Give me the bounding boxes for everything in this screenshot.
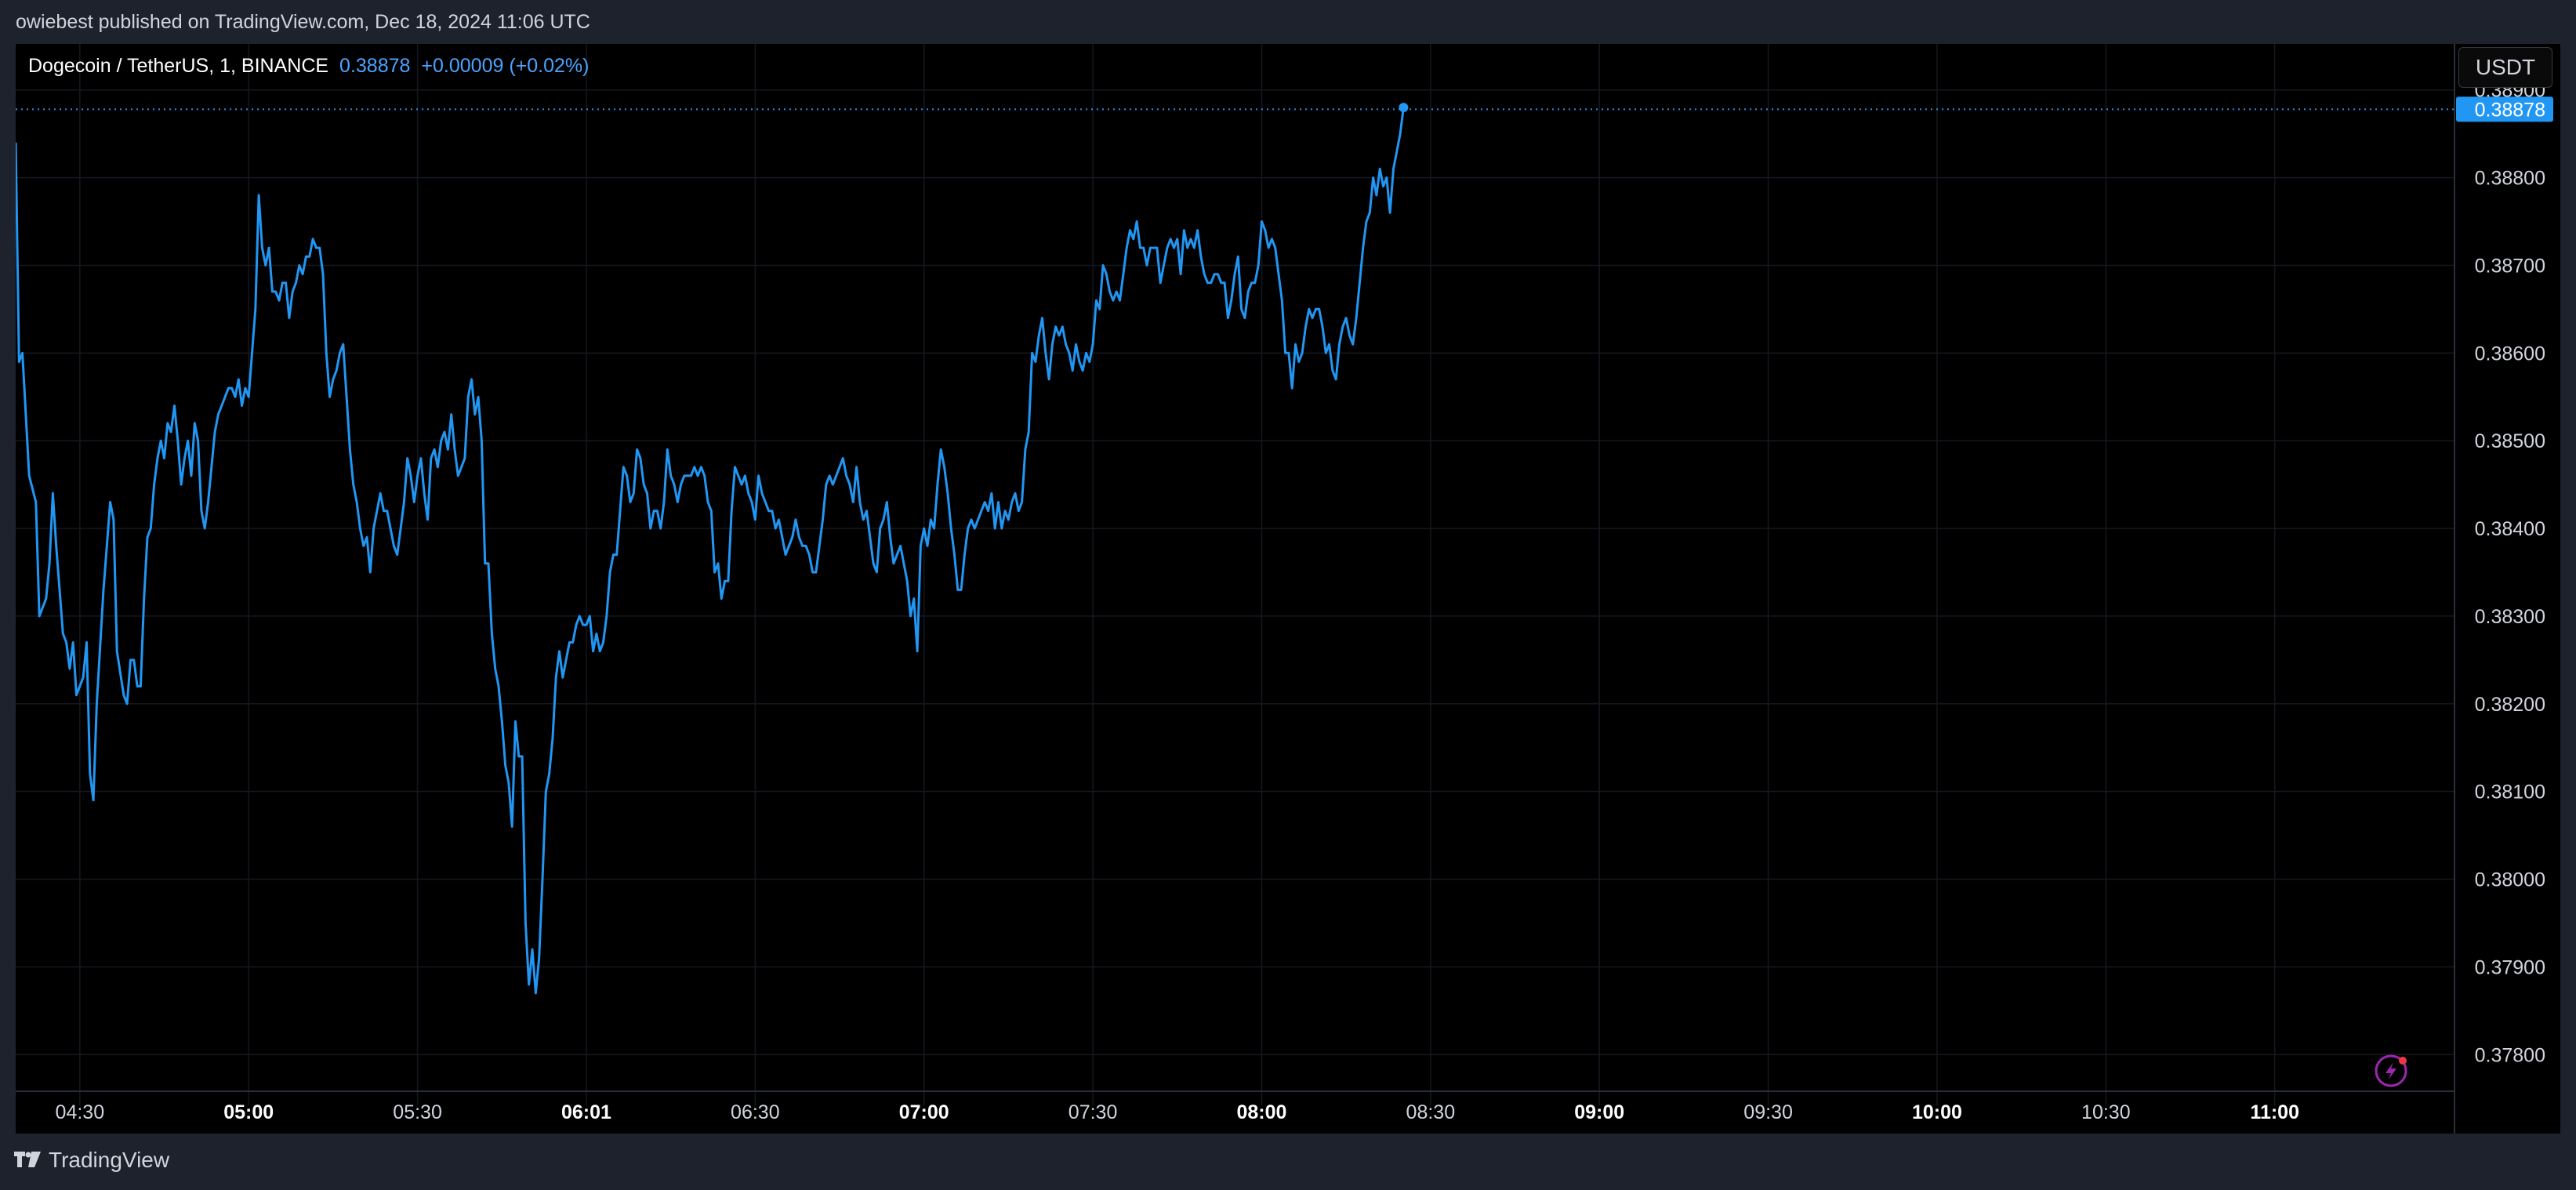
grid — [16, 44, 2454, 1105]
x-tick-label: 11:00 — [2250, 1101, 2299, 1123]
tradingview-logo-icon — [14, 1152, 41, 1167]
legend-symbol: Dogecoin / TetherUS, 1, BINANCE — [28, 55, 329, 77]
price-line — [14, 107, 1405, 995]
tradingview-logo[interactable]: TradingView — [14, 1148, 169, 1173]
x-tick-label: 09:00 — [1574, 1101, 1624, 1123]
currency-button[interactable]: USDT — [2458, 47, 2552, 88]
y-tick-label: 0.38200 — [2475, 694, 2545, 716]
x-tick-label: 05:30 — [393, 1101, 442, 1123]
x-tick-label: 07:30 — [1068, 1101, 1118, 1123]
tradingview-brand: TradingView — [49, 1148, 170, 1172]
last-price-marker — [1399, 103, 1409, 113]
y-tick-label: 0.38000 — [2475, 869, 2545, 891]
x-tick-label: 08:00 — [1236, 1101, 1286, 1123]
symbol-legend[interactable]: Dogecoin / TetherUS, 1, BINANCE 0.38878 +0… — [28, 55, 589, 78]
y-tick-label: 0.38100 — [2475, 782, 2545, 804]
y-tick-label: 0.38700 — [2475, 255, 2545, 277]
x-tick-label: 04:30 — [56, 1101, 105, 1123]
x-tick-label: 10:00 — [1912, 1101, 1962, 1123]
legend-last-price: 0.38878 — [339, 55, 411, 77]
y-tick-label: 0.38400 — [2475, 518, 2545, 540]
x-tick-label: 09:30 — [1743, 1101, 1793, 1123]
top-bar: owiebest published on TradingView.com, D… — [0, 0, 2576, 44]
y-tick-label: 0.38500 — [2475, 430, 2545, 452]
x-tick-label: 06:30 — [731, 1101, 780, 1123]
chart-svg[interactable]: 0.37800 0.37900 0.38000 0.38100 0.38200 0.383… — [14, 44, 2560, 1134]
x-tick-label: 10:30 — [2081, 1101, 2131, 1123]
x-tick-label: 08:30 — [1406, 1101, 1456, 1123]
y-tick-label: 0.38600 — [2475, 343, 2545, 365]
y-tick-label: 0.37900 — [2475, 956, 2545, 978]
chart-area[interactable]: 0.37800 0.37900 0.38000 0.38100 0.38200 0.383… — [14, 44, 2560, 1134]
y-tick-label: 0.38800 — [2475, 168, 2545, 190]
x-tick-label: 06:01 — [561, 1101, 611, 1123]
line-layer — [14, 103, 2454, 995]
x-tick-label: 07:00 — [899, 1101, 949, 1123]
price-tag-label: 0.38878 — [2475, 99, 2545, 121]
publish-info: owiebest published on TradingView.com, D… — [16, 11, 590, 33]
bottom-bar — [0, 1134, 2576, 1190]
x-tick-label: 05:00 — [223, 1101, 274, 1123]
lightning-alert-icon[interactable] — [2375, 1054, 2407, 1087]
y-tick-label: 0.38300 — [2475, 606, 2545, 628]
y-tick-label: 0.37800 — [2475, 1044, 2545, 1066]
axis-layer: 0.37800 0.37900 0.38000 0.38100 0.38200 0.383… — [16, 44, 2553, 1134]
legend-change: +0.00009 (+0.02%) — [421, 55, 590, 77]
